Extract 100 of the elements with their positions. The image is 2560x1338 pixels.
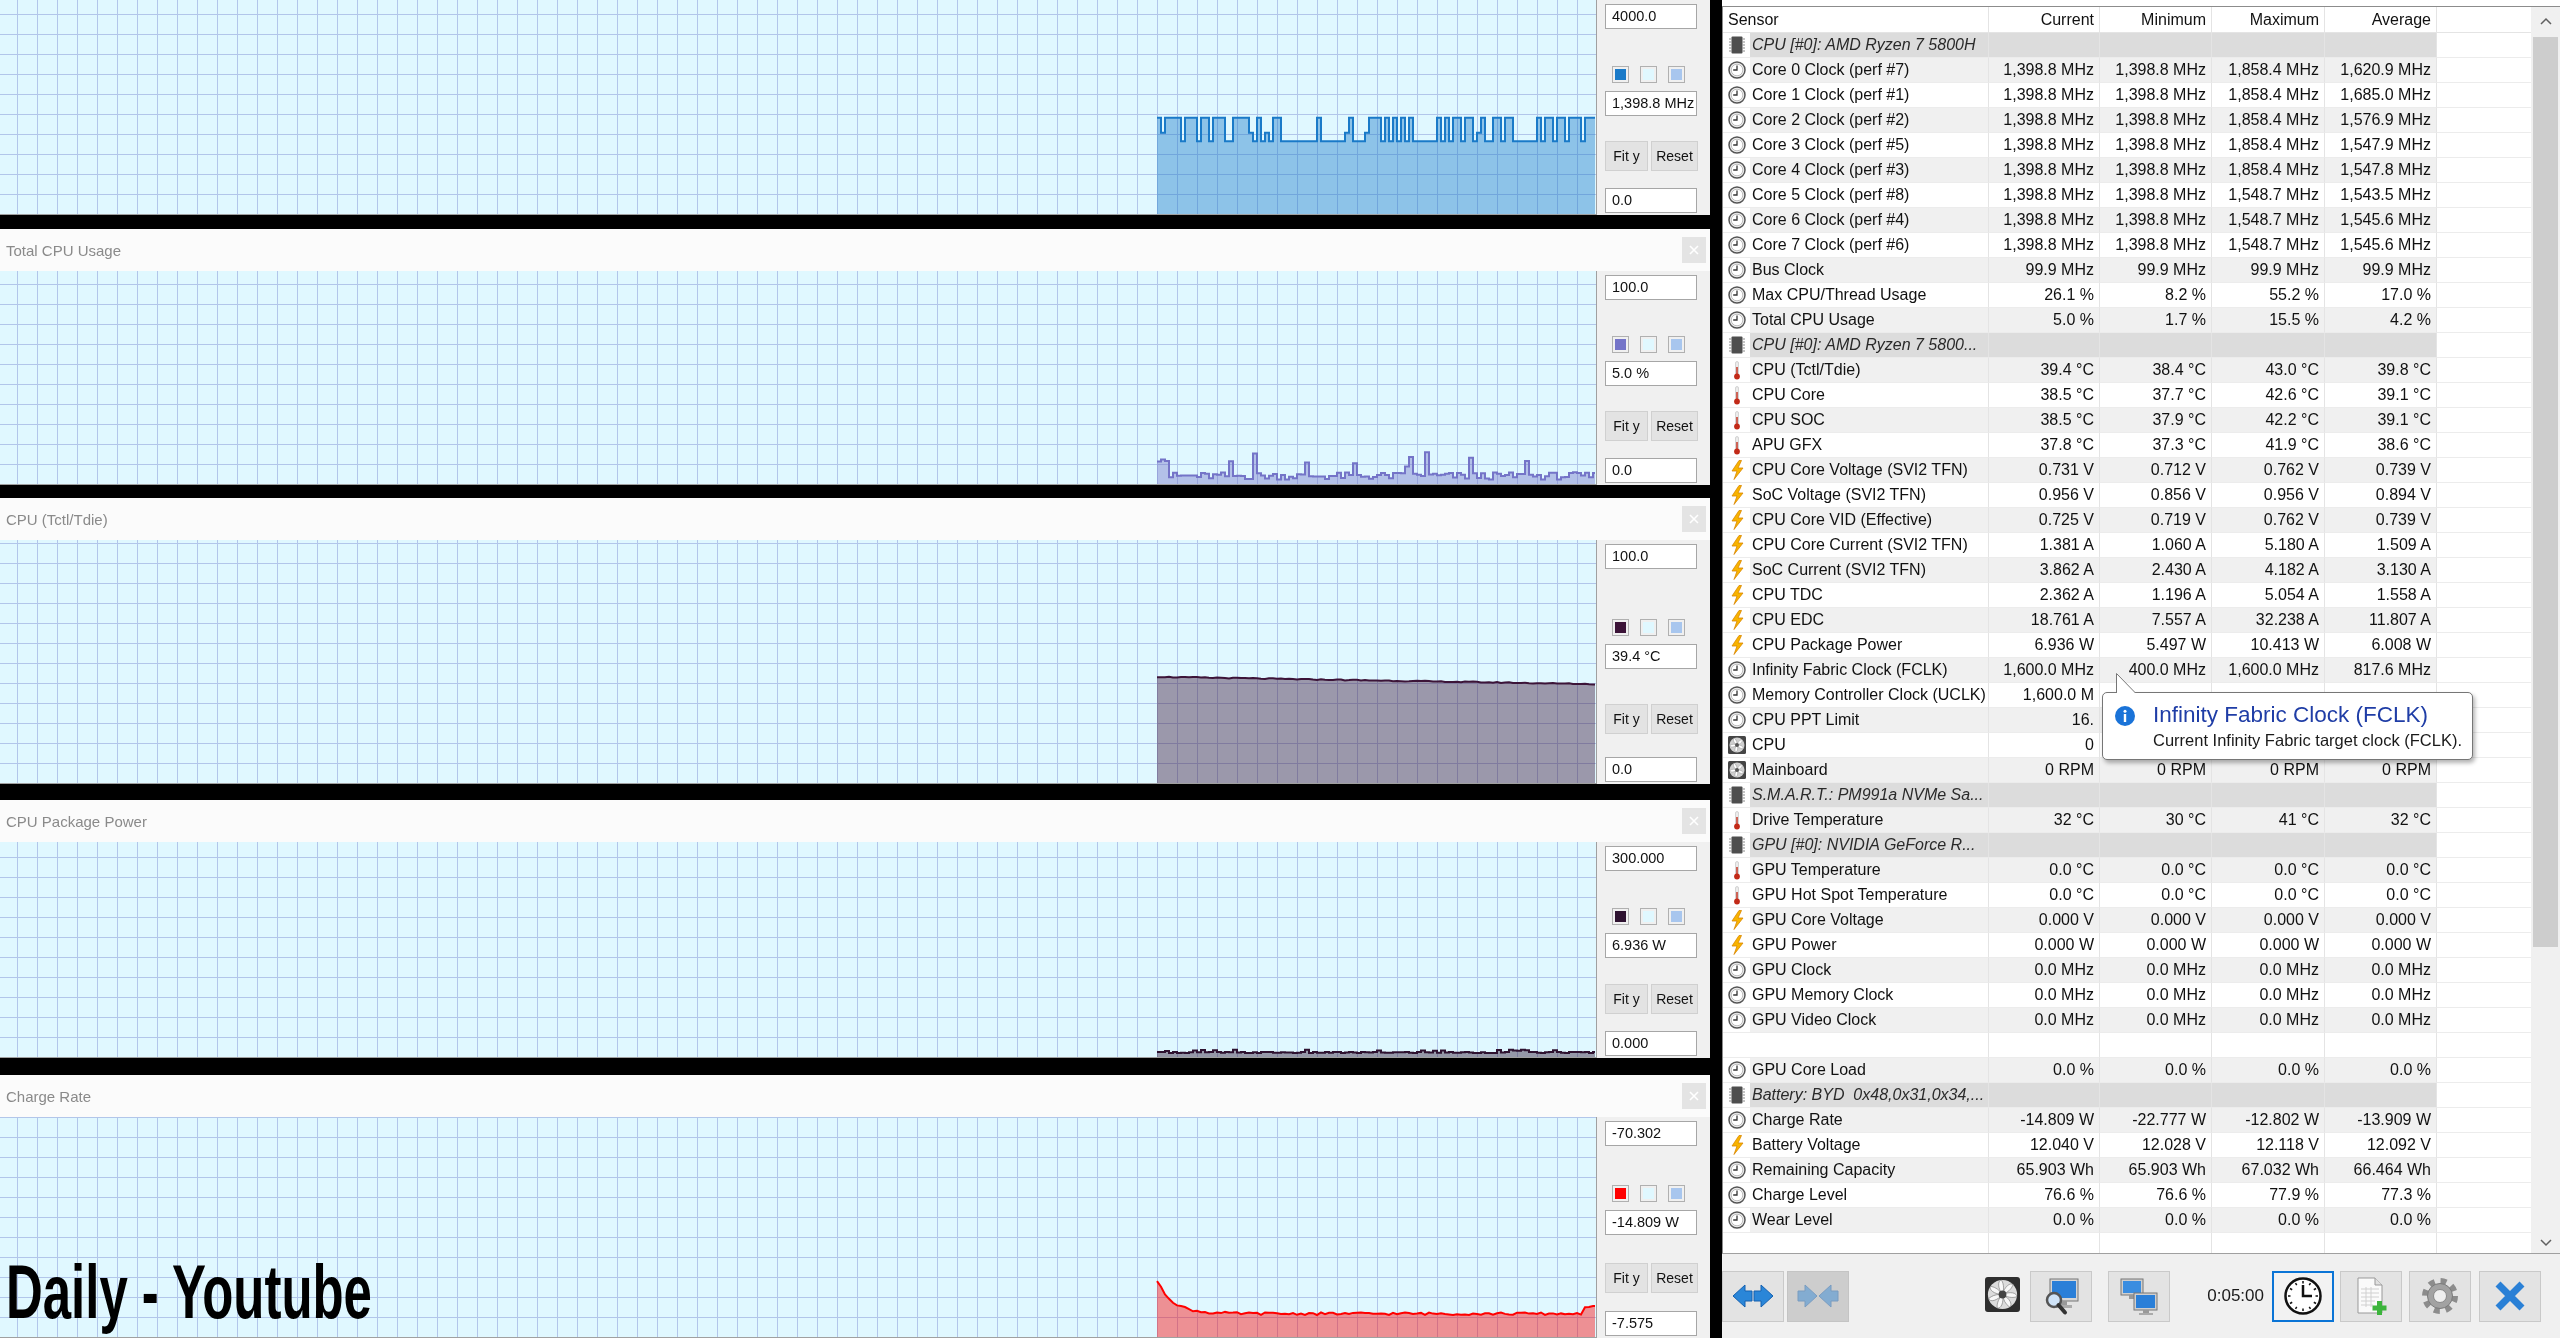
max-value-field[interactable]: 100.0 bbox=[1605, 544, 1697, 569]
sensor-name[interactable]: CPU EDC bbox=[1750, 608, 1989, 633]
clock-icon bbox=[2283, 1276, 2323, 1316]
fit-y-button[interactable]: Fit y bbox=[1605, 1262, 1648, 1293]
grid-color-swatch-icon[interactable] bbox=[1668, 336, 1685, 354]
clock-icon bbox=[1727, 211, 1746, 229]
sensor-name[interactable]: GPU Temperature bbox=[1750, 858, 1989, 883]
reset-button[interactable]: Reset bbox=[1651, 703, 1698, 734]
line-color-swatch-icon[interactable] bbox=[1612, 336, 1629, 354]
sensor-name[interactable]: Drive Temperature bbox=[1750, 808, 1989, 833]
sensor-name[interactable]: Core 4 Clock (perf #3) bbox=[1750, 158, 1989, 183]
sensor-name[interactable]: CPU Core VID (Effective) bbox=[1750, 508, 1989, 533]
background-color-swatch-icon[interactable] bbox=[1640, 908, 1657, 926]
clock-icon bbox=[1727, 61, 1746, 79]
lightning-icon bbox=[1729, 635, 1744, 655]
fit-y-button[interactable]: Fit y bbox=[1605, 141, 1648, 172]
clock-icon bbox=[1727, 1061, 1746, 1079]
sensor-name[interactable]: Total CPU Usage bbox=[1750, 308, 1989, 333]
min-value-field[interactable]: -7.575 bbox=[1605, 1311, 1697, 1336]
line-color-swatch-icon[interactable] bbox=[1612, 908, 1629, 926]
sensor-name[interactable]: GPU Core Load bbox=[1750, 1058, 1989, 1083]
sensor-name[interactable]: Core 2 Clock (perf #2) bbox=[1750, 108, 1989, 133]
sensor-value: 38.4 °C bbox=[2100, 358, 2212, 383]
sensor-name[interactable]: CPU SOC bbox=[1750, 408, 1989, 433]
sensor-value: 0 RPM bbox=[1989, 758, 2100, 783]
thermometer-icon bbox=[1731, 860, 1742, 880]
timer-button[interactable] bbox=[2272, 1270, 2334, 1322]
sensor-group-name[interactable]: Battery: BYD 0x48,0x31,0x34,... bbox=[1750, 1083, 1989, 1108]
sensor-name[interactable]: Core 6 Clock (perf #4) bbox=[1750, 208, 1989, 233]
background-color-swatch-icon[interactable] bbox=[1640, 619, 1657, 637]
fit-y-button[interactable]: Fit y bbox=[1605, 983, 1648, 1014]
chevron-up-icon[interactable] bbox=[2539, 17, 2552, 25]
sensor-value: 0.739 V bbox=[2325, 458, 2437, 483]
reset-button[interactable]: Reset bbox=[1651, 141, 1698, 172]
grid-color-swatch-icon[interactable] bbox=[1668, 908, 1685, 926]
fit-y-button[interactable]: Fit y bbox=[1605, 703, 1648, 734]
close-button[interactable] bbox=[2479, 1270, 2541, 1322]
grid-color-swatch-icon[interactable] bbox=[1668, 65, 1685, 83]
background-color-swatch-icon[interactable] bbox=[1640, 65, 1657, 83]
chip-icon bbox=[1728, 786, 1745, 804]
sensor-value: 0.712 V bbox=[2100, 458, 2212, 483]
sensor-value: 1,545.6 MHz bbox=[2325, 208, 2437, 233]
sensor-name[interactable]: Core 0 Clock (perf #7) bbox=[1750, 58, 1989, 83]
reset-button[interactable]: Reset bbox=[1651, 411, 1698, 442]
line-color-swatch-icon[interactable] bbox=[1612, 619, 1629, 637]
max-value-field[interactable]: 100.0 bbox=[1605, 275, 1697, 300]
sensor-value: 0.719 V bbox=[2100, 508, 2212, 533]
sensor-name[interactable]: Mainboard bbox=[1750, 758, 1989, 783]
chevron-down-icon[interactable] bbox=[2539, 1239, 2552, 1247]
sensor-value: 0.000 V bbox=[1989, 908, 2100, 933]
scrollbar-thumb[interactable] bbox=[2533, 37, 2558, 948]
sensor-name[interactable]: Bus Clock bbox=[1750, 258, 1989, 283]
background-color-swatch-icon[interactable] bbox=[1640, 336, 1657, 354]
clock-icon bbox=[1727, 1186, 1746, 1204]
background-color-swatch-icon[interactable] bbox=[1640, 1185, 1657, 1203]
sensor-name[interactable]: GPU Clock bbox=[1750, 958, 1989, 983]
expand-button[interactable] bbox=[1722, 1270, 1784, 1322]
reset-button[interactable]: Reset bbox=[1651, 983, 1698, 1014]
line-color-swatch-icon[interactable] bbox=[1612, 65, 1629, 83]
sensor-group-name[interactable]: GPU [#0]: NVIDIA GeForce R... bbox=[1750, 833, 1989, 858]
min-value-field[interactable]: 0.0 bbox=[1605, 757, 1697, 782]
min-value-field[interactable]: 0.0 bbox=[1605, 458, 1697, 483]
sensor-name[interactable]: Charge Rate bbox=[1750, 1108, 1989, 1133]
sensor-value: 1,398.8 MHz bbox=[2100, 58, 2212, 83]
graph-title: CPU Package Power bbox=[6, 812, 147, 830]
sensor-name[interactable]: CPU (Tctl/Tdie) bbox=[1750, 358, 1989, 383]
sensor-name[interactable]: Remaining Capacity bbox=[1750, 1158, 1989, 1183]
sensor-name[interactable]: Infinity Fabric Clock (FCLK) bbox=[1750, 658, 1989, 683]
max-value-field[interactable]: 4000.0 bbox=[1605, 4, 1697, 29]
grid-color-swatch-icon[interactable] bbox=[1668, 1185, 1685, 1203]
sensor-name[interactable]: CPU PPT Limit bbox=[1750, 708, 1989, 733]
clock-icon bbox=[1727, 661, 1746, 679]
sensor-name[interactable]: SoC Current (SVI2 TFN) bbox=[1750, 558, 1989, 583]
vertical-scrollbar[interactable] bbox=[2531, 7, 2560, 1253]
min-value-field[interactable]: 0.000 bbox=[1605, 1031, 1697, 1056]
sensor-name[interactable]: CPU Core Voltage (SVI2 TFN) bbox=[1750, 458, 1989, 483]
max-value-field[interactable]: -70.302 bbox=[1605, 1121, 1697, 1146]
line-color-swatch-icon[interactable] bbox=[1612, 1185, 1629, 1203]
sensor-name[interactable]: Wear Level bbox=[1750, 1208, 1989, 1233]
sensor-group-name[interactable]: CPU [#0]: AMD Ryzen 7 5800... bbox=[1750, 333, 1989, 358]
sensor-name[interactable]: GPU Core Voltage bbox=[1750, 908, 1989, 933]
close-icon bbox=[1689, 514, 1699, 524]
min-value-field[interactable]: 0.0 bbox=[1605, 188, 1697, 213]
sensor-name[interactable]: GPU Video Clock bbox=[1750, 1008, 1989, 1033]
monitor-search-button[interactable] bbox=[2030, 1270, 2093, 1322]
sensor-group-name[interactable]: CPU [#0]: AMD Ryzen 7 5800H bbox=[1750, 33, 1989, 58]
sensor-value: 1,858.4 MHz bbox=[2212, 58, 2325, 83]
max-value-field[interactable]: 300.000 bbox=[1605, 846, 1697, 871]
sensor-value: 99.9 MHz bbox=[2212, 258, 2325, 283]
thermometer-icon bbox=[1731, 810, 1742, 830]
sensor-group-name[interactable]: S.M.A.R.T.: PM991a NVMe Sa... bbox=[1750, 783, 1989, 808]
reset-button[interactable]: Reset bbox=[1651, 1262, 1698, 1293]
sensor-value: 7.557 A bbox=[2100, 608, 2212, 633]
fan-icon bbox=[1727, 761, 1746, 779]
grid-color-swatch-icon[interactable] bbox=[1668, 619, 1685, 637]
timer-interval[interactable]: 0:05:00 bbox=[2207, 1286, 2264, 1306]
fit-y-button[interactable]: Fit y bbox=[1605, 411, 1648, 442]
settings-button[interactable] bbox=[2409, 1270, 2471, 1322]
network-button[interactable] bbox=[2108, 1270, 2171, 1322]
add-log-button[interactable] bbox=[2340, 1270, 2402, 1322]
